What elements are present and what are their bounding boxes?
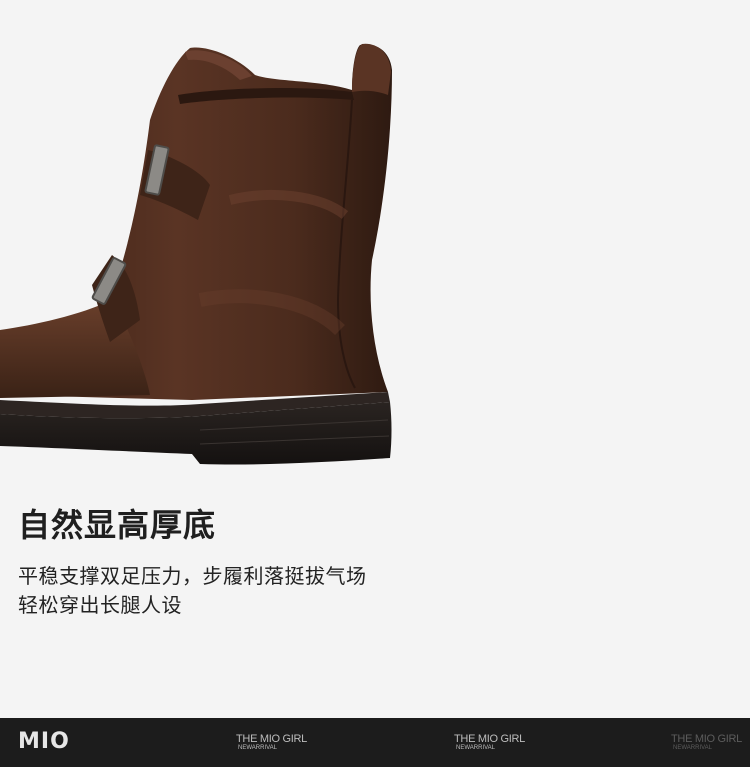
description-line-1: 平稳支撑双足压力，步履利落挺拔气场 [18, 564, 367, 588]
brand-tag-title: THE MIO GIRL [236, 733, 307, 745]
brand-tag-subtitle: NEWARRIVAL [456, 745, 496, 751]
brand-tag-subtitle: NEWARRIVAL [673, 745, 713, 751]
brand-footer: MIO THE MIO GIRL NEWARRIVAL THE MIO GIRL… [0, 718, 750, 767]
feature-description: 平稳支撑双足压力，步履利落挺拔气场 轻松穿出长腿人设 [18, 562, 367, 620]
heel-tab [352, 43, 391, 95]
brand-logo: MIO [18, 729, 70, 754]
brand-tag: THE MIO GIRL NEWARRIVAL [236, 733, 307, 752]
brand-tag-title: THE MIO GIRL [454, 733, 525, 745]
product-image [0, 0, 750, 480]
description-line-2: 轻松穿出长腿人设 [18, 593, 182, 617]
feature-headline: 自然显高厚底 [18, 506, 217, 544]
brand-tag: THE MIO GIRL NEWARRIVAL [454, 733, 525, 752]
brand-tag: THE MIO GIRL NEWARRIVAL [671, 733, 742, 752]
boot-illustration [0, 43, 392, 465]
brand-tag-subtitle: NEWARRIVAL [238, 745, 278, 751]
brand-tag-title: THE MIO GIRL [671, 733, 742, 745]
